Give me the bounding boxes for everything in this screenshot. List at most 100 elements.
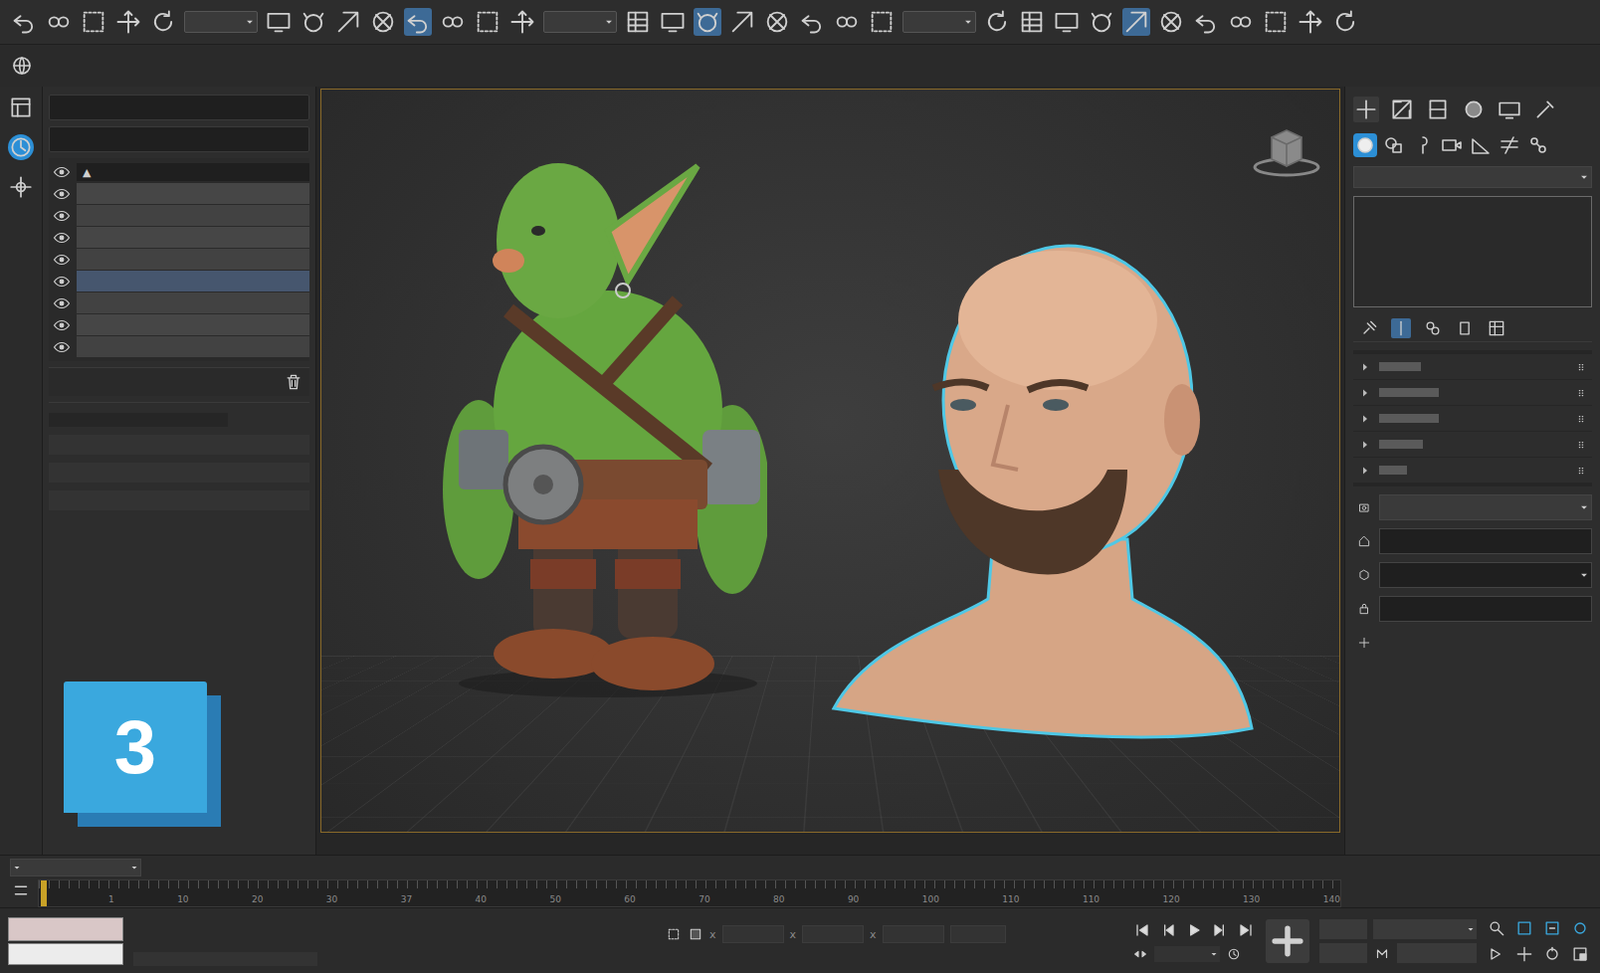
category-icon[interactable] <box>1353 133 1378 158</box>
mode-icon[interactable] <box>7 174 34 200</box>
tool-icon[interactable] <box>299 7 328 36</box>
navigation-icon[interactable] <box>1486 944 1507 965</box>
configure-icon[interactable] <box>1486 318 1507 339</box>
toolbar-button[interactable] <box>403 7 432 36</box>
layer-name-cell[interactable] <box>76 336 310 358</box>
search-field[interactable] <box>48 94 310 121</box>
dropdown-field[interactable] <box>184 10 258 33</box>
command-tab-icon[interactable] <box>1353 96 1380 123</box>
rollout-header[interactable] <box>1353 431 1593 457</box>
toolbar-dropdown[interactable] <box>902 10 977 33</box>
dropdown-field[interactable] <box>543 10 617 33</box>
toolbar-button[interactable] <box>44 7 73 36</box>
playback-icon[interactable] <box>1209 920 1230 941</box>
tool-icon[interactable] <box>832 7 861 36</box>
property-field[interactable] <box>48 434 310 455</box>
coordinate-field[interactable] <box>950 925 1006 944</box>
script-input[interactable] <box>7 943 124 966</box>
toolbar-button[interactable] <box>264 7 293 36</box>
tool-icon[interactable] <box>623 7 652 36</box>
eye-icon[interactable] <box>52 185 71 203</box>
tool-icon[interactable] <box>149 7 178 36</box>
tool-icon[interactable] <box>693 7 722 36</box>
command-tab-icon[interactable] <box>1460 96 1487 123</box>
tool-icon[interactable] <box>334 7 363 36</box>
toolbar-button[interactable] <box>693 7 722 36</box>
tool-icon[interactable] <box>1157 7 1186 36</box>
toolbar-button[interactable] <box>369 7 398 36</box>
bust-model[interactable] <box>828 240 1257 759</box>
property-field[interactable] <box>1379 596 1593 622</box>
time-slider-thumb[interactable] <box>40 880 47 907</box>
layer-row[interactable] <box>48 336 310 358</box>
navigation-icon[interactable] <box>1514 944 1535 965</box>
rollout-header[interactable] <box>1353 405 1593 431</box>
playback-icon[interactable] <box>1158 920 1179 941</box>
toolbar-button[interactable] <box>623 7 652 36</box>
frame-dropdown[interactable] <box>1154 946 1220 963</box>
toolbar-button[interactable] <box>114 7 143 36</box>
tool-icon[interactable] <box>403 7 432 36</box>
tool-icon[interactable] <box>79 7 108 36</box>
layer-row[interactable] <box>48 183 310 204</box>
tool-icon[interactable] <box>763 7 792 36</box>
toolbar-button[interactable] <box>334 7 363 36</box>
viewcube-icon[interactable] <box>1251 119 1322 190</box>
toolbar-button[interactable] <box>1157 7 1186 36</box>
navigation-icon[interactable] <box>1486 918 1507 939</box>
toolbar-button[interactable] <box>798 7 826 36</box>
layer-row[interactable] <box>48 226 310 248</box>
filter-field[interactable] <box>48 126 310 153</box>
toolbar-button[interactable] <box>1122 7 1151 36</box>
tool-icon[interactable] <box>1192 7 1220 36</box>
remove-modifier-icon[interactable] <box>1454 318 1475 339</box>
show-end-icon[interactable] <box>1391 318 1411 339</box>
key-mode-icon[interactable] <box>1132 946 1149 963</box>
expand-arrow-icon[interactable] <box>1359 438 1372 451</box>
expand-arrow-icon[interactable] <box>1359 361 1372 374</box>
layer-name-cell[interactable] <box>76 314 310 336</box>
navigation-icon[interactable] <box>1570 918 1591 939</box>
eye-icon[interactable] <box>52 250 71 269</box>
toolbar-button[interactable] <box>728 7 757 36</box>
tool-icon[interactable] <box>369 7 398 36</box>
key-filter-icon[interactable] <box>1373 944 1392 963</box>
grip-icon[interactable] <box>1576 465 1587 476</box>
time-config-icon[interactable] <box>1225 946 1242 963</box>
toolbar-button[interactable] <box>867 7 896 36</box>
toolbar-button[interactable] <box>763 7 792 36</box>
playback-icon[interactable] <box>1235 920 1256 941</box>
tool-icon[interactable] <box>264 7 293 36</box>
pin-icon[interactable] <box>1359 318 1380 339</box>
key-field[interactable] <box>1319 943 1368 964</box>
toolbar-dropdown[interactable] <box>543 10 617 33</box>
toolbar-button[interactable] <box>438 7 467 36</box>
time-track[interactable]: 110203037405060708090100110110120130140 <box>37 879 1342 908</box>
trash-icon[interactable] <box>283 372 304 393</box>
tool-icon[interactable] <box>44 7 73 36</box>
grip-icon[interactable] <box>1576 388 1587 399</box>
command-tab-icon[interactable] <box>1532 96 1559 123</box>
toolbar-dropdown[interactable] <box>184 10 258 33</box>
category-icon[interactable] <box>1526 133 1551 158</box>
tool-icon[interactable] <box>1261 7 1290 36</box>
category-icon[interactable] <box>1439 133 1464 158</box>
eye-icon[interactable] <box>52 294 71 313</box>
navigation-icon[interactable] <box>1542 944 1563 965</box>
command-tab-icon[interactable] <box>1424 96 1451 123</box>
tool-icon[interactable] <box>114 7 143 36</box>
property-field[interactable] <box>48 490 310 511</box>
mode-icon[interactable] <box>7 134 34 161</box>
property-field[interactable] <box>1379 494 1593 521</box>
key-field[interactable] <box>1397 943 1477 964</box>
playback-icon[interactable] <box>1132 920 1153 941</box>
toolbar-button[interactable] <box>149 7 178 36</box>
tool-icon[interactable] <box>1017 7 1046 36</box>
layer-name-cell[interactable] <box>76 270 310 292</box>
layer-row[interactable] <box>48 270 310 292</box>
coordinate-field[interactable] <box>801 925 864 944</box>
tool-icon[interactable] <box>473 7 502 36</box>
tool-icon[interactable] <box>1052 7 1081 36</box>
layer-name-cell[interactable] <box>76 292 310 314</box>
playback-icon[interactable] <box>1184 920 1204 941</box>
